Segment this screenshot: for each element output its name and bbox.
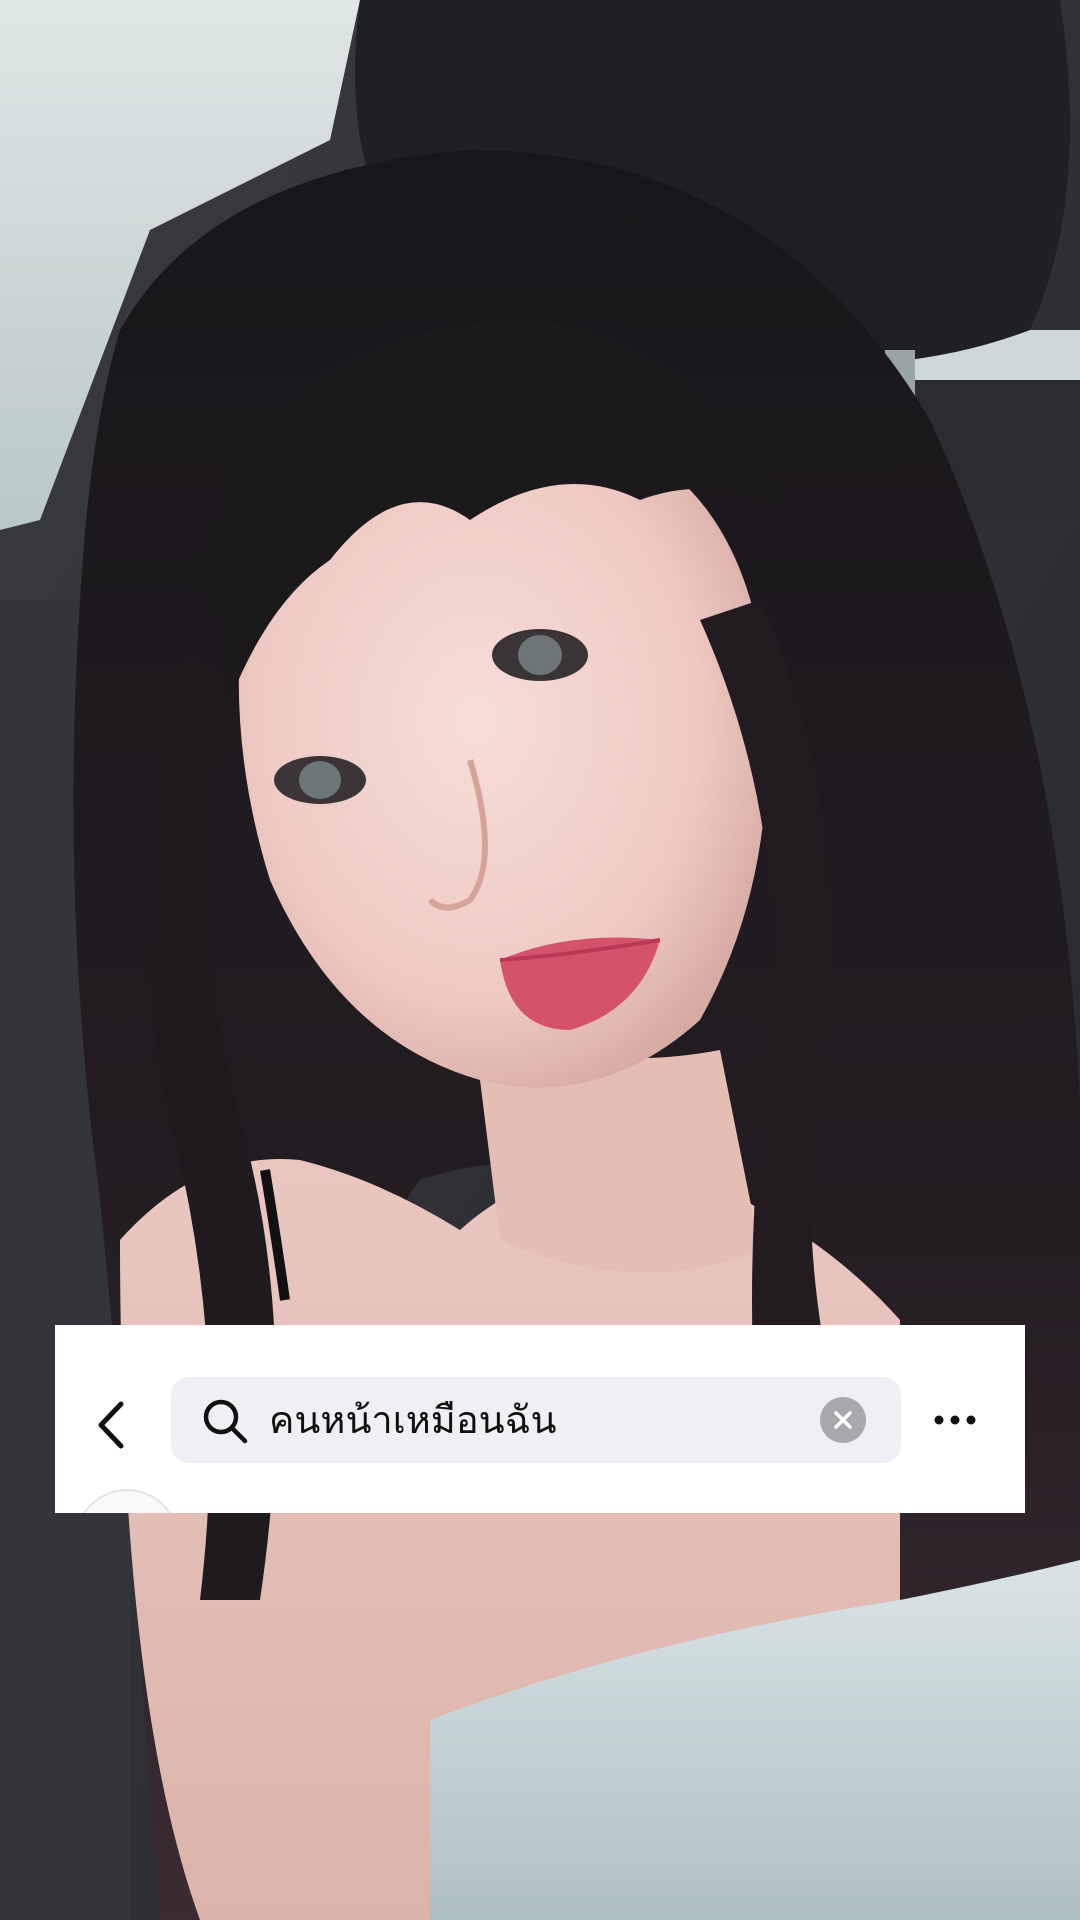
video-frame-illustration	[0, 0, 1080, 1920]
more-options-button[interactable]	[925, 1395, 985, 1445]
search-card: คนหน้าเหมือนฉัน	[55, 1325, 1025, 1513]
clear-search-button[interactable]	[820, 1397, 866, 1443]
ellipsis-icon	[934, 1415, 976, 1425]
avatar	[75, 1489, 179, 1513]
search-input[interactable]: คนหน้าเหมือนฉัน	[171, 1377, 901, 1463]
search-query-text: คนหน้าเหมือนฉัน	[269, 1398, 557, 1442]
search-result-row[interactable]	[75, 1489, 1015, 1513]
back-button[interactable]	[85, 1395, 135, 1455]
close-icon	[834, 1411, 852, 1429]
search-icon	[203, 1399, 248, 1444]
video-background	[0, 0, 1080, 1920]
chevron-left-icon	[98, 1401, 124, 1449]
